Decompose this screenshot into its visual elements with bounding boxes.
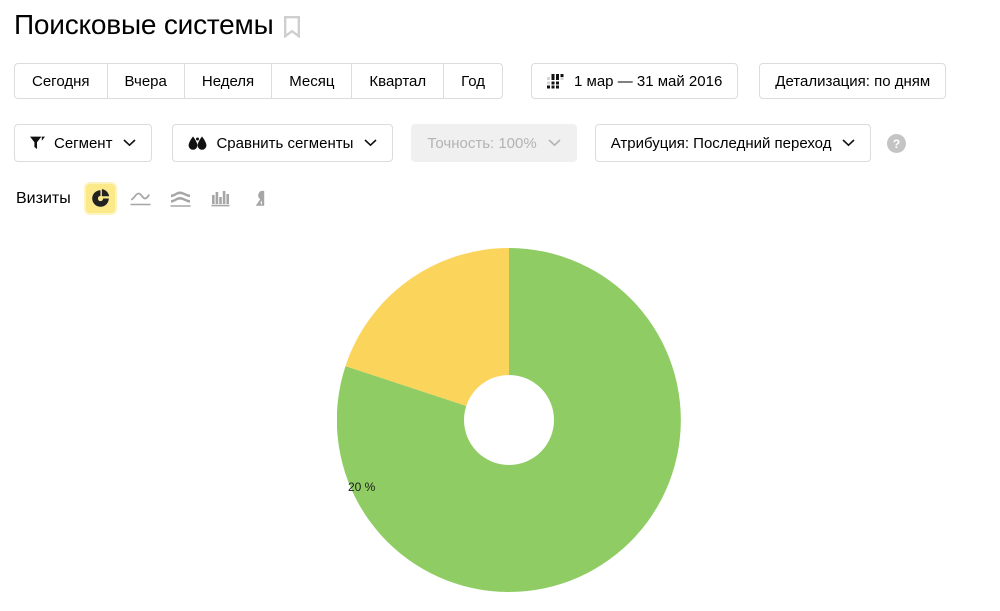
attribution-button[interactable]: Атрибуция: Последний переход (594, 124, 872, 162)
period-button-yesterday[interactable]: Вчера (106, 63, 184, 99)
svg-text:?: ? (893, 137, 900, 151)
chevron-down-icon (121, 139, 137, 147)
chevron-down-icon (546, 139, 561, 147)
bookmark-icon[interactable] (283, 12, 300, 38)
compare-segments-label: Сравнить сегменты (216, 134, 354, 152)
bar-chart-icon[interactable] (206, 184, 235, 213)
attribution-label: Атрибуция: Последний переход (610, 134, 832, 152)
chart-container: 20 % 80 % Google Яндекс (0, 228, 1000, 611)
pie-chart-icon[interactable] (85, 184, 115, 213)
period-button-quarter[interactable]: Квартал (351, 63, 444, 99)
segment-toolbar: Сегмент Сравнить сегменты Точность: 100% (14, 124, 907, 162)
line-chart-icon[interactable] (126, 184, 155, 213)
compare-segments-button[interactable]: Сравнить сегменты (172, 124, 394, 162)
period-button-month[interactable]: Месяц (271, 63, 352, 99)
page-title: Поисковые системы (14, 9, 274, 40)
period-button-group: Сегодня Вчера Неделя Месяц Квартал Год (14, 63, 504, 99)
pie-label-yandex: 20 % (348, 480, 376, 494)
date-range-button[interactable]: 1 мар — 31 май 2016 (531, 63, 739, 99)
chevron-down-icon (840, 139, 856, 147)
segment-label: Сегмент (54, 134, 113, 152)
help-circle-icon[interactable]: ? (871, 133, 907, 153)
detail-level-button[interactable]: Детализация: по дням (759, 63, 947, 99)
period-toolbar: Сегодня Вчера Неделя Месяц Квартал Год 1… (14, 63, 947, 99)
funnel-icon (30, 136, 45, 150)
two-drops-icon (188, 136, 207, 151)
metric-toolbar: Визиты (16, 184, 286, 213)
period-button-week[interactable]: Неделя (183, 63, 272, 99)
metric-label: Визиты (16, 189, 71, 207)
chevron-down-icon (362, 139, 377, 147)
accuracy-label: Точность: 100% (427, 134, 537, 152)
date-range-label: 1 мар — 31 май 2016 (574, 72, 723, 90)
period-button-today[interactable]: Сегодня (14, 63, 107, 99)
area-chart-icon[interactable] (166, 184, 195, 213)
calendar-grid-icon (547, 73, 565, 89)
donut-chart[interactable] (336, 247, 681, 592)
segment-button[interactable]: Сегмент (14, 124, 153, 162)
map-pin-icon[interactable] (246, 184, 275, 213)
accuracy-button[interactable]: Точность: 100% (411, 124, 577, 162)
detail-level-label: Детализация: по дням (775, 72, 931, 90)
period-button-year[interactable]: Год (443, 63, 504, 99)
report-page: Поисковые системы Сегодня Вчера Неделя М… (0, 0, 1000, 611)
page-header: Поисковые системы (14, 8, 300, 42)
